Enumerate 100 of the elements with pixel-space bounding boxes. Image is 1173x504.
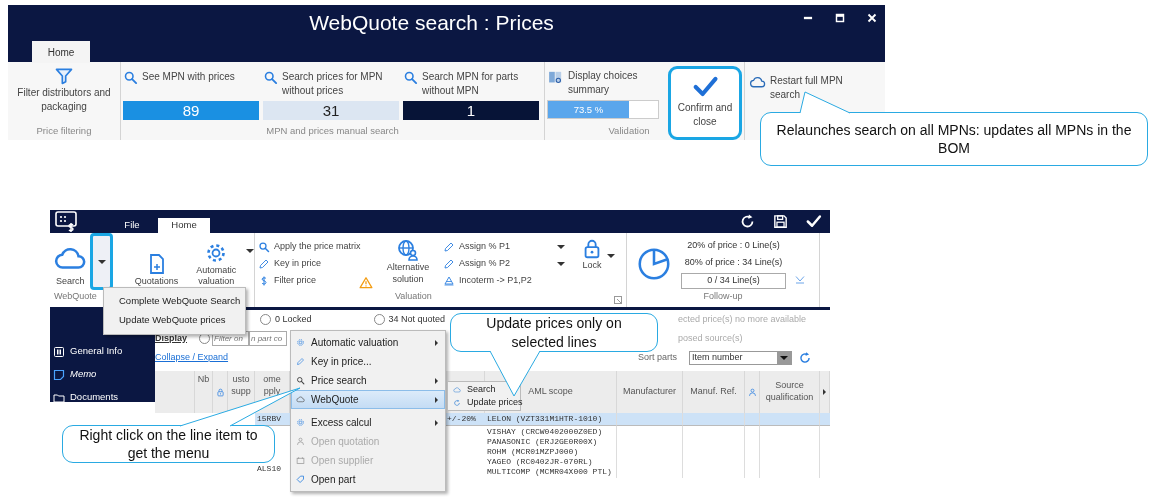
ribbon-button[interactable]: Assign % P1 bbox=[443, 240, 511, 253]
pencil-icon bbox=[296, 357, 305, 366]
search-button[interactable]: See MPN with prices bbox=[142, 70, 235, 84]
table-cell: LELON (VZT331M1HTR-1010) bbox=[485, 413, 617, 426]
ribbon-button[interactable]: Incoterm -> P1,P2 bbox=[443, 274, 532, 287]
status-label: 0 Locked bbox=[275, 312, 312, 326]
search-icon bbox=[123, 70, 138, 85]
ribbon-button[interactable]: Quotations bbox=[126, 233, 187, 288]
scroll-right-icon[interactable] bbox=[823, 389, 826, 395]
tag-icon bbox=[296, 475, 305, 484]
count-badge: 89 bbox=[123, 101, 259, 120]
sidebar-item[interactable]: General Info bbox=[50, 340, 155, 363]
summary-button[interactable]: Display choices summary bbox=[568, 69, 663, 96]
menu-item[interactable]: Automatic valuation bbox=[291, 333, 445, 352]
status-label: 34 Not quoted bbox=[388, 312, 446, 326]
filter-button[interactable]: Filter distributors and packaging bbox=[10, 86, 118, 113]
submenu-arrow-icon bbox=[435, 396, 438, 403]
column-header[interactable]: Nb bbox=[195, 371, 213, 413]
cloud-icon bbox=[296, 395, 305, 404]
ribbon-button[interactable]: Automatic valuation bbox=[186, 233, 246, 288]
group-label: Follow-up bbox=[702, 289, 744, 303]
callout: Right click on the line item to get the menu bbox=[62, 425, 275, 463]
group-label: Validation bbox=[607, 123, 651, 138]
progress-reading: 73.5 % bbox=[572, 103, 605, 118]
part-code-field[interactable]: n part co bbox=[249, 331, 287, 346]
table-cell: +/-20% bbox=[445, 413, 485, 426]
ribbon-tab[interactable]: File bbox=[106, 218, 158, 233]
refresh-icon bbox=[453, 398, 461, 407]
confirm-button[interactable]: Confirm and close bbox=[668, 66, 742, 140]
submenu-arrow-icon bbox=[435, 339, 438, 346]
collapse-link[interactable]: Collapse / Expand bbox=[155, 350, 229, 365]
funnel-icon bbox=[54, 66, 74, 86]
follow-up-line: 80% of price : 34 Line(s) bbox=[684, 256, 783, 269]
table-cell: VISHAY (CRCW0402000Z0ED) PANASONIC (ERJ2GE0R00X) ROHM (MCR01MZPJ000) YAGEO (RC0402JR-070RL) MULTICOMP (MCMR04X000 PTL) bbox=[485, 426, 617, 478]
column-header[interactable]: Manuf. Ref. bbox=[683, 371, 745, 413]
menu-item[interactable]: Key in price... bbox=[291, 352, 445, 371]
pencil-icon bbox=[443, 257, 455, 270]
lock-button[interactable]: Lock bbox=[581, 238, 603, 290]
gear-icon bbox=[296, 338, 305, 347]
line-counter: 0 / 34 Line(s) bbox=[681, 273, 786, 289]
sort-select[interactable]: Item number bbox=[689, 350, 793, 365]
display-label: Display bbox=[155, 331, 188, 345]
person-icon bbox=[747, 387, 757, 397]
ribbon-tab[interactable]: Home bbox=[158, 218, 210, 233]
search-button[interactable]: Search prices for MPN without prices bbox=[282, 70, 394, 97]
ribbon-button[interactable]: Assign % P2 bbox=[443, 257, 511, 270]
folder-icon bbox=[53, 391, 65, 404]
ribbon-button[interactable]: Search bbox=[50, 233, 91, 288]
menu-item[interactable]: Open part bbox=[291, 470, 445, 489]
submenu-arrow-icon bbox=[435, 419, 438, 426]
calendar-icon bbox=[296, 456, 305, 465]
ribbon-button[interactable]: Apply the price matrix bbox=[258, 238, 359, 255]
menu-item[interactable]: Excess calcul bbox=[291, 413, 445, 432]
sidebar-item[interactable]: Documents bbox=[50, 386, 155, 409]
book-icon bbox=[547, 69, 564, 86]
chevron-down-icon[interactable] bbox=[794, 273, 806, 285]
radio-button[interactable] bbox=[260, 314, 271, 325]
pencil-icon bbox=[443, 240, 455, 253]
table-cell-text: ALS10 bbox=[256, 463, 282, 475]
ribbon-button[interactable]: Filter price bbox=[258, 272, 359, 289]
dropdown-button[interactable] bbox=[90, 233, 113, 290]
restart-button[interactable]: Restart full MPN search bbox=[770, 74, 870, 101]
ribbon-button[interactable]: Key in price bbox=[258, 255, 359, 272]
count-badge: 1 bbox=[403, 101, 539, 120]
search-icon bbox=[258, 240, 270, 253]
menu-item[interactable]: Complete WebQuote Search bbox=[104, 292, 245, 311]
column-header[interactable]: Manufacturer bbox=[617, 371, 683, 413]
group-label: Price filtering bbox=[36, 123, 92, 138]
sidebar-item[interactable]: Memo bbox=[50, 363, 155, 386]
warning-icon bbox=[359, 276, 373, 290]
person-icon bbox=[296, 437, 305, 446]
close-icon[interactable] bbox=[865, 11, 879, 25]
save-icon[interactable] bbox=[772, 213, 789, 230]
follow-up-line: 20% of price : 0 Line(s) bbox=[687, 239, 780, 252]
maximize-icon[interactable] bbox=[833, 11, 847, 25]
submenu-arrow-icon bbox=[435, 377, 438, 384]
column-header[interactable] bbox=[213, 371, 228, 413]
ribbon-button[interactable]: Alternative solution bbox=[377, 238, 439, 290]
globe-user-icon bbox=[396, 238, 420, 262]
radio-button[interactable] bbox=[373, 314, 385, 325]
ribbon-tab[interactable]: Home bbox=[32, 41, 90, 63]
caret-icon bbox=[607, 254, 615, 258]
notice-text: posed source(s) bbox=[678, 331, 744, 345]
refresh-icon[interactable] bbox=[739, 213, 756, 230]
column-header[interactable]: Source qualification bbox=[760, 371, 820, 413]
triangle-icon bbox=[443, 274, 455, 287]
notice-text: ected price(s) no more available bbox=[678, 312, 808, 326]
menu-item[interactable]: WebQuote bbox=[291, 390, 445, 409]
search-button[interactable]: Search MPN for parts without MPN bbox=[422, 70, 534, 97]
launcher-icon[interactable] bbox=[614, 295, 622, 304]
group-label: MPN and prices manual search bbox=[265, 123, 400, 138]
gear-icon bbox=[296, 418, 305, 427]
window-title: WebQuote search : Prices bbox=[309, 11, 554, 34]
group-label: WebQuote bbox=[53, 290, 97, 303]
menu-item[interactable]: Price search bbox=[291, 371, 445, 390]
info-icon bbox=[53, 345, 65, 358]
group-label: Valuation bbox=[395, 290, 432, 303]
menu-item[interactable]: Update WebQuote prices bbox=[104, 311, 245, 330]
caret-icon bbox=[780, 355, 789, 360]
check-icon[interactable] bbox=[805, 213, 822, 230]
